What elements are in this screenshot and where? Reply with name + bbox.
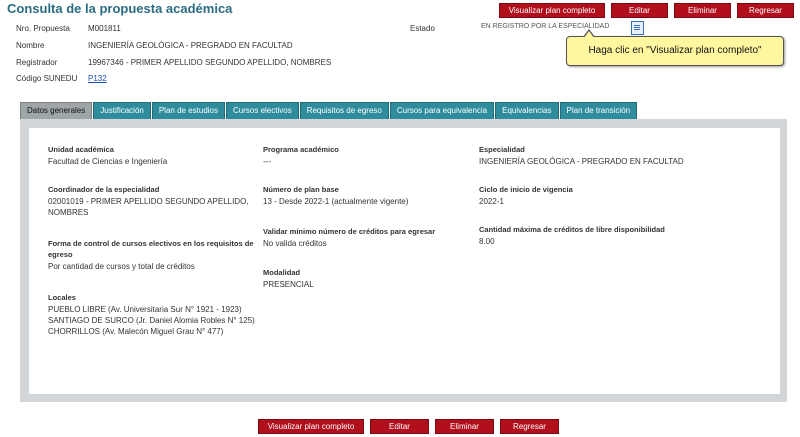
locales-list-item: PUEBLO LIBRE (Av. Universitaria Sur N° 1… bbox=[48, 305, 242, 314]
nro-value: M001811 bbox=[88, 24, 121, 33]
cantidad-field: Cantidad máxima de créditos de libre dis… bbox=[479, 224, 739, 247]
tab-panel: Unidad académica Facultad de Ciencias e … bbox=[20, 119, 787, 402]
forma-label: Forma de control de cursos electivos en … bbox=[48, 239, 254, 259]
especialidad-field: Especialidad INGENIERÍA GEOLÓGICA - PREG… bbox=[479, 144, 739, 167]
plan-base-value: 13 - Desde 2022-1 (actualmente vigente) bbox=[263, 197, 409, 206]
top-action-bar: Visualizar plan completo Editar Eliminar… bbox=[499, 3, 794, 18]
tab-requisitos-de-egreso[interactable]: Requisitos de egreso bbox=[299, 102, 389, 119]
tab-equivalencias[interactable]: Equivalencias bbox=[495, 102, 559, 119]
plan-base-field: Número de plan base 13 - Desde 2022-1 (a… bbox=[263, 184, 473, 207]
nro-label: Nro. Propuesta bbox=[16, 24, 70, 33]
sunedu-label: Código SUNEDU bbox=[16, 74, 78, 83]
delete-button[interactable]: Eliminar bbox=[674, 3, 731, 18]
tab-bar: Datos generales Justificación Plan de es… bbox=[20, 102, 638, 119]
back-button[interactable]: Regresar bbox=[737, 3, 794, 18]
nombre-label: Nombre bbox=[16, 41, 45, 50]
tab-plan-de-transicion[interactable]: Plan de transición bbox=[559, 102, 638, 119]
locales-label: Locales bbox=[48, 293, 76, 302]
locales-list-item: CHORRILLOS (Av. Malecón Miguel Grau N° 4… bbox=[48, 327, 224, 336]
sunedu-link[interactable]: P132 bbox=[88, 74, 107, 83]
modalidad-label: Modalidad bbox=[263, 268, 301, 277]
coordinador-field: Coordinador de la especialidad 02001019 … bbox=[48, 184, 268, 218]
bottom-action-bar: Visualizar plan completo Editar Eliminar… bbox=[258, 419, 559, 434]
coordinador-value: 02001019 - PRIMER APELLIDO SEGUNDO APELL… bbox=[48, 197, 249, 217]
ciclo-label: Ciclo de inicio de vigencia bbox=[479, 185, 573, 194]
modalidad-value: PRESENCIAL bbox=[263, 280, 314, 289]
document-icon[interactable] bbox=[631, 21, 644, 35]
forma-field: Forma de control de cursos electivos en … bbox=[48, 238, 258, 272]
registrador-value: 19967346 - PRIMER APELLIDO SEGUNDO APELL… bbox=[88, 58, 332, 67]
plan-base-label: Número de plan base bbox=[263, 185, 339, 194]
nombre-value: INGENIERÍA GEOLÓGICA - PREGRADO EN FACUL… bbox=[88, 41, 293, 50]
validar-field: Validar mínimo número de créditos para e… bbox=[263, 226, 473, 249]
tab-cursos-electivos[interactable]: Cursos electivos bbox=[226, 102, 299, 119]
page-title: Consulta de la propuesta académica bbox=[7, 1, 233, 16]
edit-button-bottom[interactable]: Editar bbox=[370, 419, 429, 434]
especialidad-label: Especialidad bbox=[479, 145, 525, 154]
programa-value: --- bbox=[263, 157, 271, 166]
tab-cursos-para-equivalencia[interactable]: Cursos para equivalencia bbox=[389, 102, 495, 119]
locales-list-item: SANTIAGO DE SURCO (Jr. Daniel Alomia Rob… bbox=[48, 316, 255, 325]
view-plan-button-bottom[interactable]: Visualizar plan completo bbox=[258, 419, 364, 434]
unidad-label: Unidad académica bbox=[48, 145, 114, 154]
tab-plan-de-estudios[interactable]: Plan de estudios bbox=[151, 102, 225, 119]
cantidad-label: Cantidad máxima de créditos de libre dis… bbox=[479, 225, 665, 234]
especialidad-value: INGENIERÍA GEOLÓGICA - PREGRADO EN FACUL… bbox=[479, 157, 684, 166]
validar-label: Validar mínimo número de créditos para e… bbox=[263, 227, 436, 236]
programa-field: Programa académico --- bbox=[263, 144, 473, 167]
hint-tooltip: Haga clic en "Visualizar plan completo" bbox=[566, 29, 784, 66]
programa-label: Programa académico bbox=[263, 145, 339, 154]
ciclo-value: 2022-1 bbox=[479, 197, 504, 206]
back-button-bottom[interactable]: Regresar bbox=[500, 419, 559, 434]
unidad-field: Unidad académica Facultad de Ciencias e … bbox=[48, 144, 258, 167]
forma-value: Por cantidad de cursos y total de crédit… bbox=[48, 262, 195, 271]
tab-datos-generales[interactable]: Datos generales bbox=[20, 102, 93, 119]
locales-field: Locales PUEBLO LIBRE (Av. Universitaria … bbox=[48, 292, 268, 337]
validar-value: No valida créditos bbox=[263, 239, 327, 248]
modalidad-field: Modalidad PRESENCIAL bbox=[263, 267, 473, 290]
tab-justificacion[interactable]: Justificación bbox=[93, 102, 151, 119]
delete-button-bottom[interactable]: Eliminar bbox=[435, 419, 494, 434]
cantidad-value: 8.00 bbox=[479, 237, 495, 246]
registrador-label: Registrador bbox=[16, 58, 58, 67]
estado-label: Estado bbox=[410, 24, 435, 33]
coordinador-label: Coordinador de la especialidad bbox=[48, 185, 160, 194]
unidad-value: Facultad de Ciencias e Ingeniería bbox=[48, 157, 168, 166]
edit-button[interactable]: Editar bbox=[611, 3, 668, 18]
ciclo-field: Ciclo de inicio de vigencia 2022-1 bbox=[479, 184, 739, 207]
general-data-panel: Unidad académica Facultad de Ciencias e … bbox=[29, 128, 780, 394]
view-plan-button[interactable]: Visualizar plan completo bbox=[499, 3, 605, 18]
